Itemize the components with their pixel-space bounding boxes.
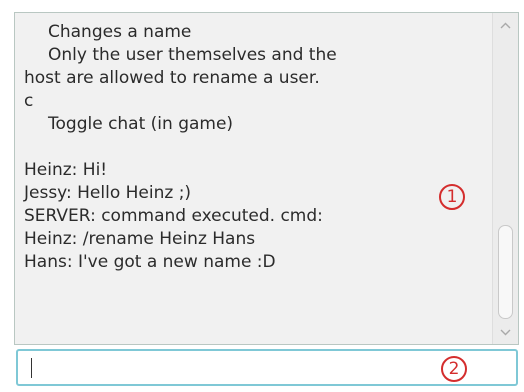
chat-line: Toggle chat (in game) bbox=[48, 114, 234, 134]
vertical-scrollbar[interactable] bbox=[492, 13, 518, 344]
chat-line: SERVER: command executed. cmd: bbox=[24, 206, 323, 226]
chat-line: Only the user themselves and the bbox=[48, 45, 337, 65]
chat-line: Jessy: Hello Heinz ;) bbox=[24, 183, 192, 203]
annotation-marker-1: 1 bbox=[439, 184, 465, 210]
chat-line: c bbox=[24, 91, 34, 111]
chat-window: Changes a name Only the user themselves … bbox=[0, 0, 524, 392]
chat-line: Hans: I've got a new name :D bbox=[24, 252, 276, 272]
chat-log-panel[interactable]: Changes a name Only the user themselves … bbox=[14, 12, 519, 345]
chat-line: Heinz: /rename Heinz Hans bbox=[24, 229, 256, 249]
scrollbar-thumb[interactable] bbox=[498, 225, 513, 319]
annotation-marker-2: 2 bbox=[441, 356, 467, 382]
chevron-up-icon[interactable] bbox=[493, 13, 518, 37]
chat-line: Changes a name bbox=[48, 22, 192, 42]
text-caret bbox=[31, 358, 32, 378]
chevron-down-icon[interactable] bbox=[493, 320, 518, 344]
chat-line: host are allowed to rename a user. bbox=[24, 68, 320, 88]
chat-line-blank bbox=[24, 136, 492, 159]
chat-log: Changes a name Only the user themselves … bbox=[15, 13, 492, 344]
chat-line: Heinz: Hi! bbox=[24, 160, 108, 180]
